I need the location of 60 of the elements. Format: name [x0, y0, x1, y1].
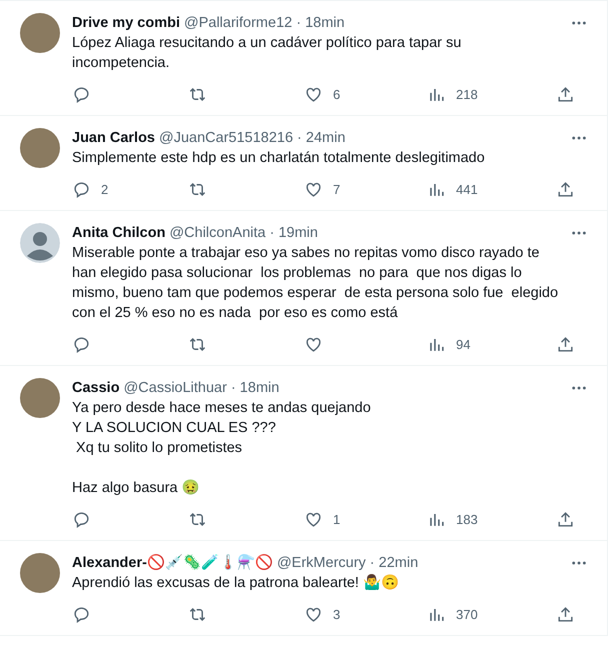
view-count: 441 — [456, 182, 478, 197]
default-avatar-icon[interactable] — [20, 223, 60, 263]
more-icon[interactable] — [571, 386, 587, 390]
more-icon[interactable] — [571, 231, 587, 235]
reply-count: 2 — [101, 182, 108, 197]
user-name[interactable]: Anita Chilcon — [72, 223, 166, 243]
repost-icon[interactable] — [188, 510, 207, 529]
user-handle[interactable]: @ChilconAnita — [169, 223, 266, 243]
like-count: 7 — [333, 182, 340, 197]
reply-icon[interactable] — [72, 85, 91, 104]
avatar-photo-placeholder[interactable] — [20, 378, 60, 418]
view-count: 94 — [456, 337, 470, 352]
post-time[interactable]: · 18min — [296, 13, 345, 33]
share-icon[interactable] — [556, 335, 575, 354]
user-handle[interactable]: @JuanCar51518216 — [159, 128, 294, 148]
share-icon[interactable] — [556, 510, 575, 529]
like-count: 1 — [333, 512, 340, 527]
user-name[interactable]: Drive my combi — [72, 13, 180, 33]
reply-icon[interactable] — [72, 335, 91, 354]
view-count: 183 — [456, 512, 478, 527]
repost-icon[interactable] — [188, 335, 207, 354]
like-icon[interactable] — [304, 510, 323, 529]
like-icon[interactable] — [304, 335, 323, 354]
tweet-text: López Aliaga resucitando a un cadáver político para tapar su incompetencia. — [72, 34, 462, 73]
repost-icon[interactable] — [188, 605, 207, 624]
more-icon[interactable] — [571, 561, 587, 565]
post-time[interactable]: · 18min — [230, 378, 280, 398]
reply-icon[interactable] — [72, 510, 91, 529]
like-icon[interactable] — [304, 605, 323, 624]
more-icon[interactable] — [571, 136, 587, 140]
user-name[interactable]: Juan Carlos — [72, 128, 155, 148]
like-icon[interactable] — [304, 85, 323, 104]
tweet-text: Ya pero desde hace meses te andas quejando Y LA SOLUCION CUAL ES ??? Xq tu solito lo prometistes Haz algo basura 🤢 — [72, 399, 372, 498]
user-handle[interactable]: @CassioLithuar — [124, 378, 227, 398]
avatar-photo-placeholder[interactable] — [20, 13, 60, 53]
tweet-text: Miserable ponte a trabajar eso ya sabes no repitas vomo disco rayado te han elegido pasa solucionar los problemas no para que nos digas lo mismo, bueno tam que podemos esperar de esta persona solo fue elegido con el 25 % eso no es nada por eso es como está — [72, 244, 560, 323]
share-icon[interactable] — [556, 85, 575, 104]
repost-icon[interactable] — [188, 180, 207, 199]
like-count: 6 — [333, 87, 340, 102]
user-handle[interactable]: @ErkMercury — [276, 553, 366, 573]
reply-icon[interactable] — [72, 605, 91, 624]
tweet-text: Aprendió las excusas de la patrona balearte! 🤷‍♂🙃 — [72, 573, 400, 593]
avatar-photo-placeholder[interactable] — [20, 128, 60, 168]
post-time[interactable]: · 19min — [270, 223, 318, 243]
user-name[interactable]: Alexander-🚫💉🦠🧪🌡⚗🚫 — [72, 553, 273, 573]
share-icon[interactable] — [556, 180, 575, 199]
view-count: 218 — [456, 87, 478, 102]
reply-icon[interactable] — [72, 180, 91, 199]
like-count: 3 — [333, 607, 340, 622]
tweet-text: Simplemente este hdp es un charlatán totalmente deslegitimado — [72, 149, 486, 168]
user-handle[interactable]: @Pallariforme12 — [184, 13, 292, 33]
avatar-photo-placeholder[interactable] — [20, 553, 60, 593]
user-name[interactable]: Cassio — [72, 378, 120, 398]
post-time[interactable]: · 22min — [370, 553, 418, 573]
like-icon[interactable] — [304, 180, 323, 199]
repost-icon[interactable] — [188, 85, 207, 104]
share-icon[interactable] — [556, 605, 575, 624]
view-count: 370 — [456, 607, 478, 622]
more-icon[interactable] — [571, 21, 587, 25]
post-time[interactable]: · 24min — [297, 128, 346, 148]
